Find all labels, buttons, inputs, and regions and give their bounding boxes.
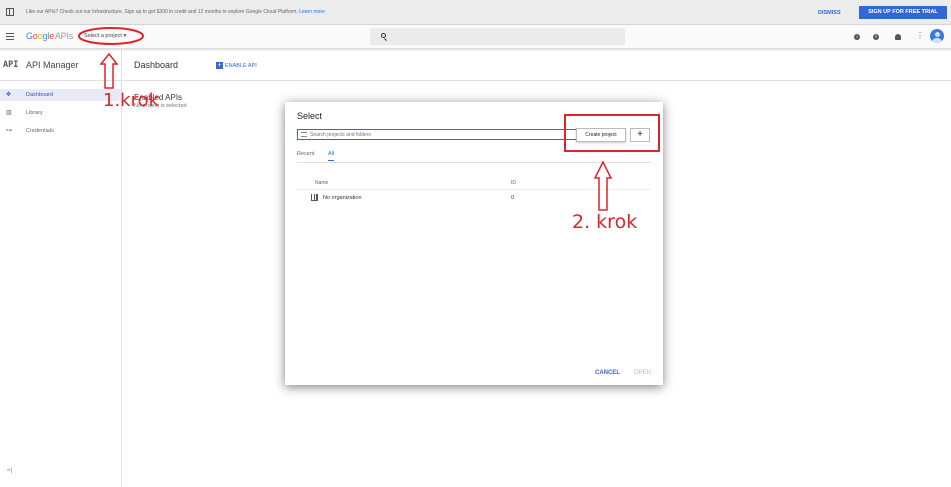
annotation-overlay (78, 27, 660, 211)
step2-label: 2. krok (572, 211, 638, 233)
step1-label: 1.krok (103, 90, 160, 111)
step2-highlight-rect (564, 114, 660, 152)
step2-arrow (593, 160, 613, 211)
step1-arrow (99, 52, 119, 89)
step1-highlight-ellipse (78, 27, 144, 45)
